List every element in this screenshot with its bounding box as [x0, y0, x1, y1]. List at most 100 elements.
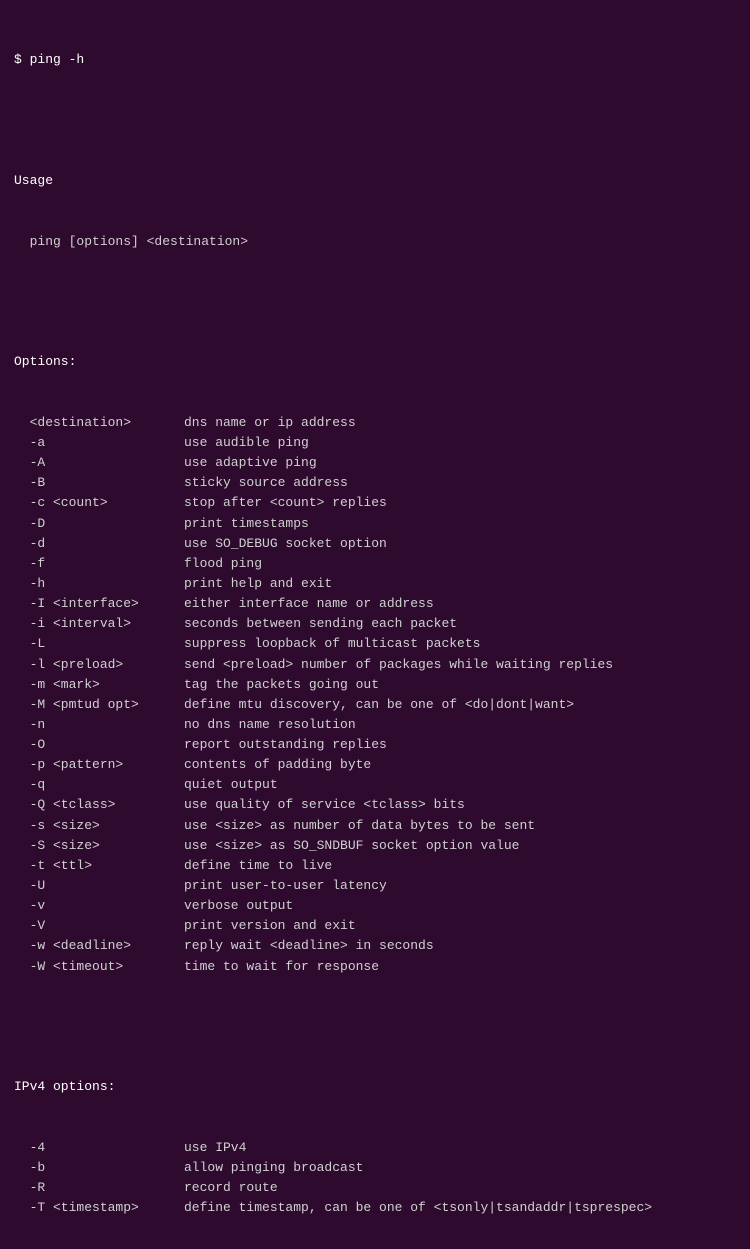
blank-line-2 — [14, 292, 736, 312]
option-desc: report outstanding replies — [184, 735, 387, 755]
option-line: -Q <tclass>use quality of service <tclas… — [14, 795, 736, 815]
option-key: -W <timeout> — [14, 957, 184, 977]
option-line: -M <pmtud opt>define mtu discovery, can … — [14, 695, 736, 715]
option-key: -A — [14, 453, 184, 473]
option-line: -Vprint version and exit — [14, 916, 736, 936]
option-line: -m <mark>tag the packets going out — [14, 675, 736, 695]
option-desc: send <preload> number of packages while … — [184, 655, 613, 675]
option-desc: suppress loopback of multicast packets — [184, 634, 480, 654]
option-line: -S <size>use <size> as SO_SNDBUF socket … — [14, 836, 736, 856]
option-key: -v — [14, 896, 184, 916]
option-line: -hprint help and exit — [14, 574, 736, 594]
option-desc: flood ping — [184, 554, 262, 574]
option-line: -Oreport outstanding replies — [14, 735, 736, 755]
options-list: <destination>dns name or ip address -aus… — [14, 413, 736, 977]
usage-label: Usage — [14, 171, 736, 191]
option-line: -Dprint timestamps — [14, 514, 736, 534]
blank-line-3 — [14, 1017, 736, 1037]
ipv4-list: -4use IPv4 -ballow pinging broadcast -Rr… — [14, 1138, 736, 1219]
option-key: -B — [14, 473, 184, 493]
option-key: -n — [14, 715, 184, 735]
command-line: $ ping -h — [14, 50, 736, 70]
option-line: -p <pattern>contents of padding byte — [14, 755, 736, 775]
option-line: -s <size>use <size> as number of data by… — [14, 816, 736, 836]
usage-cmd: ping [options] <destination> — [14, 232, 736, 252]
option-key: -l <preload> — [14, 655, 184, 675]
option-key: -s <size> — [14, 816, 184, 836]
option-key: -S <size> — [14, 836, 184, 856]
option-desc: print user-to-user latency — [184, 876, 387, 896]
option-key: -t <ttl> — [14, 856, 184, 876]
option-key: -f — [14, 554, 184, 574]
option-key: -Q <tclass> — [14, 795, 184, 815]
option-key: -p <pattern> — [14, 755, 184, 775]
option-desc: dns name or ip address — [184, 413, 356, 433]
option-key: -I <interface> — [14, 594, 184, 614]
option-line: -duse SO_DEBUG socket option — [14, 534, 736, 554]
option-desc: record route — [184, 1178, 278, 1198]
option-desc: seconds between sending each packet — [184, 614, 457, 634]
option-line: -qquiet output — [14, 775, 736, 795]
option-desc: define mtu discovery, can be one of <do|… — [184, 695, 574, 715]
option-line: -W <timeout>time to wait for response — [14, 957, 736, 977]
option-desc: print help and exit — [184, 574, 332, 594]
option-key: -c <count> — [14, 493, 184, 513]
option-desc: allow pinging broadcast — [184, 1158, 363, 1178]
option-line: -ballow pinging broadcast — [14, 1158, 736, 1178]
option-key: -V — [14, 916, 184, 936]
option-desc: define time to live — [184, 856, 332, 876]
option-desc: quiet output — [184, 775, 278, 795]
option-key: -h — [14, 574, 184, 594]
option-key: -L — [14, 634, 184, 654]
option-key: -m <mark> — [14, 675, 184, 695]
option-key: -w <deadline> — [14, 936, 184, 956]
option-desc: use SO_DEBUG socket option — [184, 534, 387, 554]
option-desc: contents of padding byte — [184, 755, 371, 775]
option-desc: tag the packets going out — [184, 675, 379, 695]
option-key: -a — [14, 433, 184, 453]
option-key: -d — [14, 534, 184, 554]
blank-line-1 — [14, 111, 736, 131]
option-desc: verbose output — [184, 896, 293, 916]
option-line: -I <interface>either interface name or a… — [14, 594, 736, 614]
option-line: -i <interval>seconds between sending eac… — [14, 614, 736, 634]
option-line: -Ause adaptive ping — [14, 453, 736, 473]
ipv4-label: IPv4 options: — [14, 1077, 736, 1097]
option-key: -U — [14, 876, 184, 896]
option-line: -vverbose output — [14, 896, 736, 916]
option-key: -T <timestamp> — [14, 1198, 184, 1218]
option-key: -O — [14, 735, 184, 755]
option-line: -nno dns name resolution — [14, 715, 736, 735]
option-key: -i <interval> — [14, 614, 184, 634]
option-line: -ause audible ping — [14, 433, 736, 453]
option-desc: no dns name resolution — [184, 715, 356, 735]
option-key: -4 — [14, 1138, 184, 1158]
option-line: -w <deadline>reply wait <deadline> in se… — [14, 936, 736, 956]
option-line: -Uprint user-to-user latency — [14, 876, 736, 896]
option-line: -l <preload>send <preload> number of pac… — [14, 655, 736, 675]
option-desc: stop after <count> replies — [184, 493, 387, 513]
options-label: Options: — [14, 352, 736, 372]
option-line: -Lsuppress loopback of multicast packets — [14, 634, 736, 654]
option-desc: reply wait <deadline> in seconds — [184, 936, 434, 956]
option-key: -b — [14, 1158, 184, 1178]
option-desc: use <size> as SO_SNDBUF socket option va… — [184, 836, 519, 856]
option-desc: use quality of service <tclass> bits — [184, 795, 465, 815]
option-line: -T <timestamp>define timestamp, can be o… — [14, 1198, 736, 1218]
option-desc: use adaptive ping — [184, 453, 317, 473]
option-desc: either interface name or address — [184, 594, 434, 614]
option-desc: use <size> as number of data bytes to be… — [184, 816, 535, 836]
option-key: -D — [14, 514, 184, 534]
option-key: -R — [14, 1178, 184, 1198]
terminal-output: $ ping -h Usage ping [options] <destinat… — [14, 10, 736, 1239]
option-key: -M <pmtud opt> — [14, 695, 184, 715]
option-line: -4use IPv4 — [14, 1138, 736, 1158]
option-line: -t <ttl>define time to live — [14, 856, 736, 876]
option-desc: define timestamp, can be one of <tsonly|… — [184, 1198, 652, 1218]
option-key: <destination> — [14, 413, 184, 433]
option-desc: time to wait for response — [184, 957, 379, 977]
option-line: <destination>dns name or ip address — [14, 413, 736, 433]
option-key: -q — [14, 775, 184, 795]
option-desc: print version and exit — [184, 916, 356, 936]
option-line: -Bsticky source address — [14, 473, 736, 493]
